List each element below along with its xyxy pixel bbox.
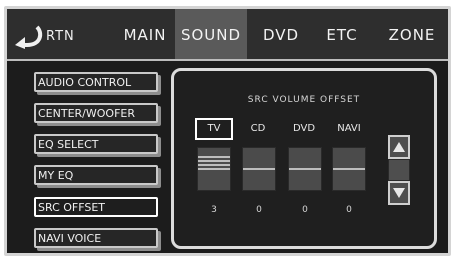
offset-value-cd: 0 — [256, 205, 262, 215]
tab-dvd[interactable]: DVD — [255, 9, 307, 59]
return-arrow-icon — [15, 25, 43, 49]
offset-value-tv: 3 — [211, 205, 217, 215]
level-meter-tv — [197, 147, 231, 191]
tab-zone[interactable]: ZONE — [382, 9, 442, 59]
increase-button[interactable] — [388, 135, 410, 159]
offset-value-navi: 0 — [346, 205, 352, 215]
level-meter-navi — [332, 147, 366, 191]
menu-item-center-woofer[interactable]: CENTER/WOOFER — [34, 103, 158, 123]
offset-value-dvd: 0 — [302, 205, 308, 215]
tab-sound[interactable]: SOUND — [175, 9, 247, 59]
panel-title: SRC VOLUME OFFSET — [247, 95, 361, 105]
menu-item-eq-select[interactable]: EQ SELECT — [34, 134, 158, 154]
decrease-button[interactable] — [388, 181, 410, 205]
source-tab-cd[interactable]: CD — [239, 118, 277, 140]
source-tab-navi[interactable]: NAVI — [330, 118, 368, 140]
screen: RTN MAIN SOUND DVD ETC ZONE AUDIO CONTRO… — [4, 6, 451, 256]
tab-etc[interactable]: ETC — [317, 9, 367, 59]
level-meter-cd — [242, 147, 276, 191]
level-indicator — [388, 159, 410, 181]
level-meter-dvd — [288, 147, 322, 191]
menu-item-my-eq[interactable]: MY EQ — [34, 165, 158, 185]
menu-item-audio-control[interactable]: AUDIO CONTROL — [34, 72, 158, 92]
source-tab-tv[interactable]: TV — [195, 118, 233, 140]
triangle-up-icon — [393, 142, 405, 152]
triangle-down-icon — [393, 188, 405, 198]
src-volume-offset-panel: SRC VOLUME OFFSET TV CD DVD NAVI 3 0 0 0 — [171, 68, 437, 249]
top-bar: RTN MAIN SOUND DVD ETC ZONE — [7, 9, 448, 61]
return-button[interactable]: RTN — [13, 22, 75, 50]
return-label: RTN — [46, 28, 75, 44]
menu-item-navi-voice[interactable]: NAVI VOICE — [34, 228, 158, 248]
tab-main[interactable]: MAIN — [115, 9, 175, 59]
menu-item-src-offset[interactable]: SRC OFFSET — [34, 197, 158, 217]
source-tab-dvd[interactable]: DVD — [285, 118, 323, 140]
